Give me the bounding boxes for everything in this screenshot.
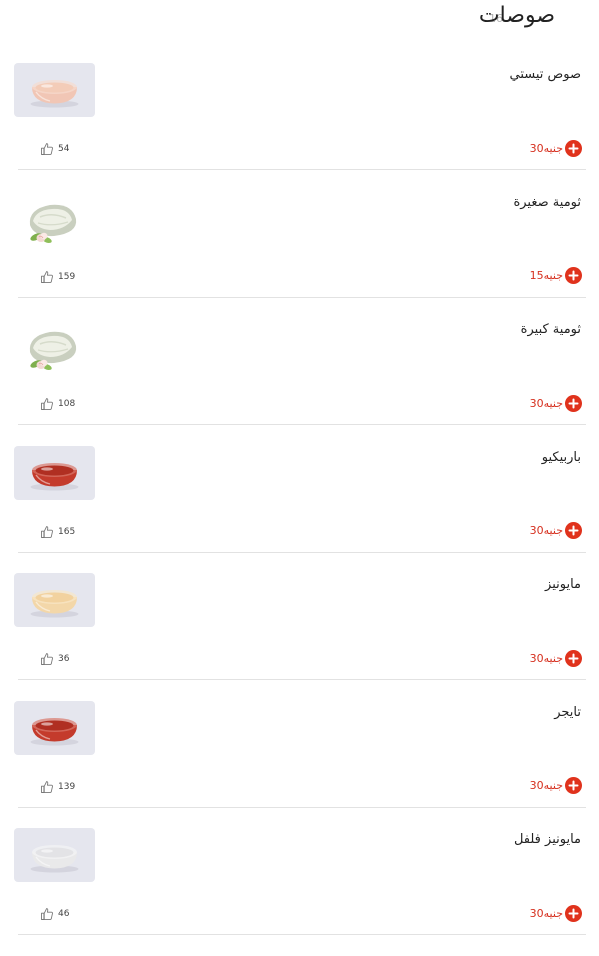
item-price: 30جنيه	[529, 141, 563, 155]
price-block: 30جنيه	[530, 777, 582, 795]
likes-count: 108	[58, 399, 76, 409]
likes[interactable]: 139	[40, 779, 75, 795]
item-price: 30جنيه	[529, 396, 563, 410]
thumbs-up-icon[interactable]	[40, 907, 54, 921]
item-name[interactable]: تايجر	[554, 705, 581, 720]
menu-item-3[interactable]: ثومية كبيرة 108 30جنيه	[0, 318, 599, 446]
price-block: 30جنيه	[530, 522, 582, 540]
divider	[18, 424, 586, 425]
menu-page: 16 صوصات صوص تيستي 54 30جنيه ثومية صغيرة…	[0, 0, 599, 935]
item-name[interactable]: صوص تيستي	[510, 67, 582, 82]
menu-item-4[interactable]: باربيكيو 165 30جنيه	[0, 445, 599, 574]
sauce-red-image[interactable]	[14, 445, 95, 500]
sauce-yellow-image[interactable]	[14, 573, 95, 627]
item-price: 30جنيه	[529, 779, 563, 792]
add-to-cart-button[interactable]	[565, 139, 582, 157]
price-block: 30جنيه	[530, 904, 582, 922]
likes[interactable]: 46	[40, 906, 69, 922]
divider	[18, 806, 586, 808]
divider	[18, 296, 586, 298]
item-name[interactable]: باربيكيو	[542, 450, 581, 465]
divider	[18, 551, 586, 553]
item-name[interactable]: مايونيز	[545, 577, 581, 592]
plus-icon	[568, 908, 579, 918]
likes-count: 139	[58, 781, 76, 792]
divider	[18, 934, 586, 935]
add-to-cart-button[interactable]	[565, 267, 582, 284]
plus-icon	[568, 525, 579, 536]
likes[interactable]: 159	[40, 269, 75, 285]
item-price: 30جنيه	[529, 651, 563, 665]
plus-icon	[568, 780, 579, 791]
item-price: 30جنيه	[529, 906, 563, 920]
divider	[18, 679, 586, 680]
thumbs-up-icon[interactable]	[40, 397, 54, 411]
plus-icon	[568, 398, 579, 408]
sauce-pink-image[interactable]	[14, 63, 95, 117]
thumbs-up-icon[interactable]	[40, 652, 54, 666]
likes[interactable]: 165	[40, 524, 75, 540]
plus-icon	[568, 143, 579, 153]
divider	[18, 169, 586, 170]
thumbs-up-icon[interactable]	[40, 142, 54, 156]
sauce-white-image[interactable]	[14, 828, 95, 882]
item-name[interactable]: مايونيز فلفل	[514, 832, 581, 847]
garlic-sauce-image[interactable]	[14, 322, 95, 376]
menu-item-1[interactable]: صوص تيستي 54 30جنيه	[0, 63, 599, 191]
thumbs-up-icon[interactable]	[40, 270, 54, 284]
thumbs-up-icon[interactable]	[40, 525, 54, 539]
price-block: 30جنيه	[530, 649, 582, 667]
likes-count: 36	[58, 654, 70, 664]
likes-count: 165	[58, 526, 76, 537]
sauce-red-image[interactable]	[14, 700, 95, 755]
item-name[interactable]: ثومية صغيرة	[513, 195, 581, 210]
category-header: 16 صوصات	[0, 0, 599, 40]
plus-icon	[568, 270, 579, 281]
price-block: 30جنيه	[530, 394, 582, 412]
menu-item-2[interactable]: ثومية صغيرة 159 15جنيه	[0, 191, 599, 319]
menu-item-6[interactable]: تايجر 139 30جنيه	[0, 700, 599, 829]
garlic-sauce-image[interactable]	[14, 194, 95, 249]
add-to-cart-button[interactable]	[565, 649, 582, 667]
likes[interactable]: 54	[40, 141, 69, 157]
price-block: 15جنيه	[530, 267, 582, 285]
likes[interactable]: 36	[40, 651, 69, 667]
category-title: صوصات	[478, 3, 555, 28]
add-to-cart-button[interactable]	[565, 522, 582, 539]
item-name[interactable]: ثومية كبيرة	[521, 322, 581, 337]
likes[interactable]: 108	[40, 396, 75, 412]
item-price: 30جنيه	[529, 524, 563, 537]
likes-count: 54	[58, 144, 70, 154]
add-to-cart-button[interactable]	[565, 777, 582, 794]
item-price: 15جنيه	[529, 269, 563, 282]
menu-item-5[interactable]: مايونيز 36 30جنيه	[0, 573, 599, 701]
menu-item-7[interactable]: مايونيز فلفل 46 30جنيه	[0, 828, 599, 956]
thumbs-up-icon[interactable]	[40, 780, 54, 794]
price-block: 30جنيه	[530, 139, 582, 157]
add-to-cart-button[interactable]	[565, 904, 582, 922]
likes-count: 159	[58, 271, 76, 282]
likes-count: 46	[58, 909, 70, 919]
plus-icon	[568, 653, 579, 663]
add-to-cart-button[interactable]	[565, 394, 582, 412]
